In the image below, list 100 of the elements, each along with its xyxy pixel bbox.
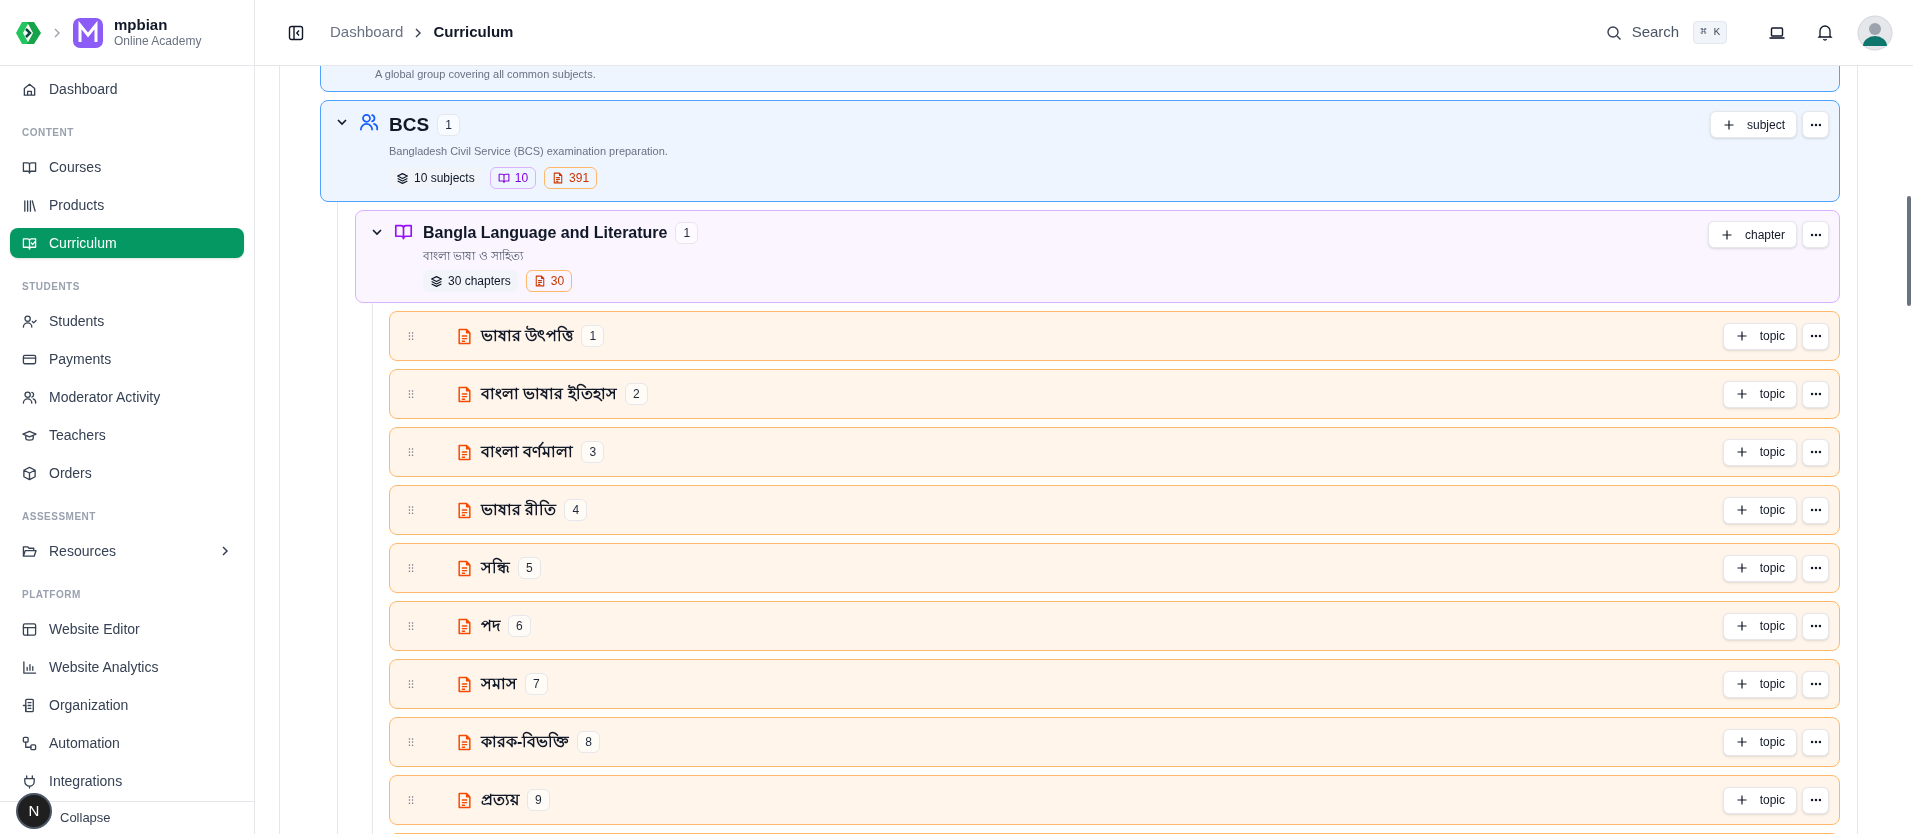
count-badge: 5 [518, 557, 541, 579]
add-button[interactable]: topic [1722, 438, 1797, 466]
chapter-title: সমাস [481, 674, 517, 694]
plus-icon [1735, 504, 1748, 516]
more-button[interactable] [1802, 728, 1829, 756]
more-button[interactable] [1802, 670, 1829, 698]
section-label: STUDENTS [21, 280, 81, 294]
search-label: Search [1631, 22, 1680, 43]
users-icon [359, 112, 379, 132]
scrollbar-thumb[interactable] [1907, 196, 1911, 306]
more-button[interactable] [1802, 322, 1829, 350]
chapter-title: সন্ধি [481, 556, 510, 578]
add-button[interactable]: topic [1722, 670, 1797, 698]
brand-logo-icon [72, 16, 104, 49]
stat-badge: 10 subjects [389, 167, 482, 189]
add-button[interactable]: topic [1722, 612, 1797, 640]
add-button[interactable]: topic [1722, 496, 1797, 524]
stat-badge: 30 [525, 270, 573, 292]
sidebar-item[interactable]: Teachers [10, 420, 244, 450]
layers-icon [396, 171, 409, 185]
sidebar-item[interactable]: Payments [10, 344, 244, 374]
sidebar-item[interactable]: Integrations [10, 766, 244, 796]
laptop-icon[interactable] [1769, 25, 1785, 40]
home-icon [22, 81, 37, 97]
count-badge: 9 [527, 789, 550, 811]
add-button[interactable]: chapter [1707, 221, 1797, 248]
sidebar-item[interactable]: Dashboard [10, 74, 244, 104]
workflow-icon [22, 735, 37, 751]
book-open-icon [394, 222, 413, 241]
search-button[interactable]: Search ⌘ K [1605, 21, 1727, 44]
breadcrumb-current: Curriculum [433, 22, 514, 43]
more-button[interactable] [1802, 221, 1829, 248]
sidebar-item[interactable]: Products [10, 190, 244, 220]
count-badge: 1 [437, 114, 460, 137]
notification-bell-icon[interactable] [1817, 24, 1833, 41]
document-icon [533, 275, 546, 287]
more-button[interactable] [1802, 786, 1829, 814]
add-button[interactable]: subject [1709, 111, 1797, 138]
book-open-icon [497, 172, 510, 184]
add-button[interactable]: topic [1722, 380, 1797, 408]
plus-icon [1735, 330, 1748, 342]
plus-icon [1720, 228, 1733, 241]
layers-icon [430, 274, 443, 288]
section-label: PLATFORM [21, 588, 82, 602]
drag-handle-icon [406, 562, 416, 574]
plug-icon [22, 773, 37, 789]
drag-handle-icon [406, 504, 416, 516]
drag-handle-icon [406, 678, 416, 690]
add-button[interactable]: topic [1722, 322, 1797, 350]
sidebar-item[interactable]: Curriculum [10, 228, 244, 258]
stat-badge: 30 chapters [423, 270, 518, 292]
collapse-button[interactable]: Collapse [60, 808, 111, 828]
sidebar-item[interactable]: Automation [10, 728, 244, 758]
user-check-icon [22, 313, 37, 329]
chapter-title: বাংলা বর্ণমালা [481, 440, 574, 462]
sidebar-item[interactable]: Moderator Activity [10, 382, 244, 412]
more-button[interactable] [1802, 496, 1829, 524]
bar-chart-icon [22, 659, 37, 675]
document-icon [456, 617, 473, 635]
sidebar-toggle-icon[interactable] [288, 24, 304, 41]
sidebar-item[interactable]: Organization [10, 690, 244, 720]
more-button[interactable] [1802, 380, 1829, 408]
count-badge: 1 [581, 325, 605, 347]
drag-handle-icon [406, 736, 416, 748]
more-button[interactable] [1802, 554, 1829, 582]
chapter-title: পদ [481, 616, 500, 636]
building-icon [22, 697, 37, 713]
sidebar-item[interactable]: Website Analytics [10, 652, 244, 682]
breadcrumb-link[interactable]: Dashboard [330, 21, 404, 44]
subject-description: বাংলা ভাষা ও সাহিত্য [423, 248, 525, 265]
sidebar-item[interactable]: Website Editor [10, 614, 244, 644]
document-icon [456, 327, 473, 345]
document-icon [456, 385, 473, 403]
document-icon [456, 501, 473, 519]
drag-handle-icon [406, 330, 416, 342]
more-button[interactable] [1802, 438, 1829, 466]
library-icon [22, 197, 37, 213]
subject-title: Bangla Language and Literature [423, 223, 668, 243]
add-button[interactable]: topic [1722, 554, 1797, 582]
dev-badge[interactable]: N [16, 793, 52, 829]
add-button[interactable]: topic [1722, 786, 1797, 814]
brand-subtitle: Online Academy [114, 34, 202, 50]
add-button[interactable]: topic [1722, 728, 1797, 756]
group-title: BCS [389, 113, 430, 137]
folder-open-icon [22, 543, 37, 559]
group-description: A global group covering all common subjects. [375, 66, 596, 82]
plus-icon [1735, 678, 1748, 690]
drag-handle-icon [406, 446, 416, 458]
count-badge: 7 [525, 673, 548, 695]
sidebar-item[interactable]: Courses [10, 152, 244, 182]
plus-icon [1735, 388, 1748, 400]
drag-handle-icon [406, 388, 416, 400]
more-button[interactable] [1802, 612, 1829, 640]
user-avatar[interactable] [1857, 14, 1893, 51]
sidebar-item[interactable]: Orders [10, 458, 244, 488]
document-icon [456, 443, 473, 461]
more-button[interactable] [1802, 111, 1829, 138]
sidebar-item[interactable]: Students [10, 306, 244, 336]
stat-badge: 391 [544, 167, 598, 189]
sidebar-item[interactable]: Resources [10, 536, 244, 566]
